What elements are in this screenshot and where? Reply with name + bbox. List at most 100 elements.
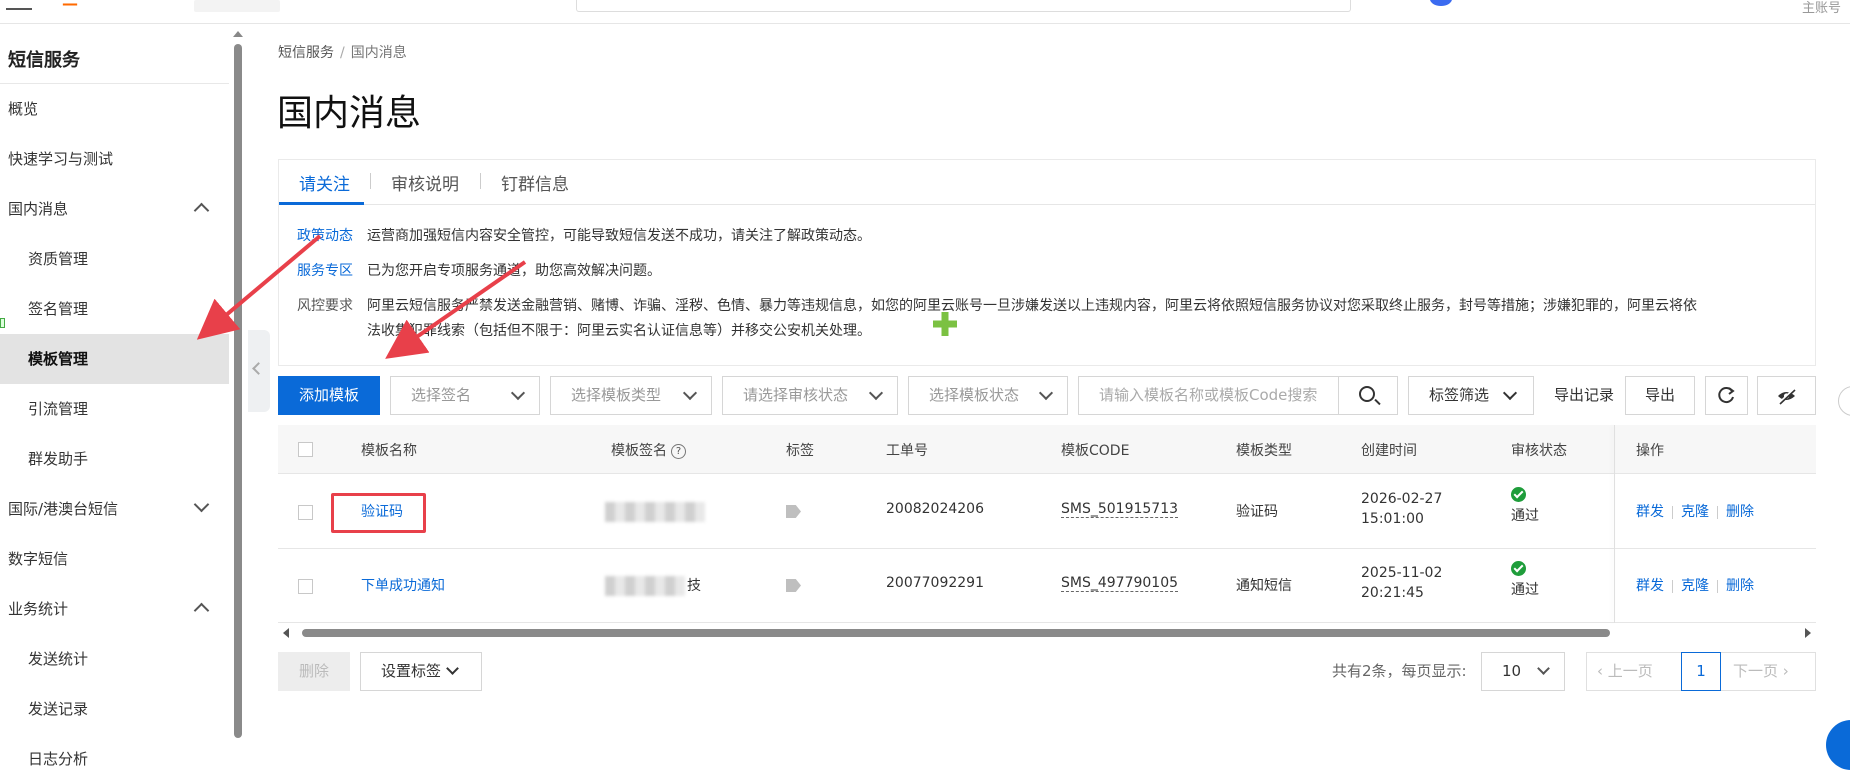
sidebar-item-send-stats[interactable]: 发送统计 <box>0 634 229 684</box>
sidebar-item-statistics[interactable]: 业务统计 <box>0 584 229 634</box>
clone-link[interactable]: 克隆 <box>1681 504 1709 520</box>
table-horizontal-scrollbar[interactable] <box>278 627 1816 639</box>
col-template-sign-label: 模板签名 <box>611 443 667 459</box>
template-name-link[interactable]: 下单成功通知 <box>361 575 445 595</box>
help-chat-button[interactable] <box>1826 720 1850 770</box>
tab-dingtalk-info[interactable]: 钉群信息 <box>501 170 569 195</box>
edge-marker <box>0 318 5 328</box>
sidebar-item-label: 签名管理 <box>28 300 89 318</box>
notice-tabs: 请关注 审核说明 钉群信息 <box>279 160 1815 205</box>
bulk-send-link[interactable]: 群发 <box>1636 578 1664 594</box>
sidebar-scroll-thumb[interactable] <box>234 44 242 738</box>
tab-attention[interactable]: 请关注 <box>299 170 350 195</box>
template-search-input[interactable]: 请输入模板名称或模板Code搜索 <box>1078 376 1338 415</box>
scroll-right-icon[interactable] <box>1805 628 1811 638</box>
redacted-signature <box>605 576 685 596</box>
total-count: 共有2条，每页显示: <box>1332 662 1467 680</box>
sub-account-label: 主账号 <box>1802 1 1842 16</box>
audit-status-select[interactable]: 请选择审核状态 <box>722 376 898 415</box>
action-divider <box>1672 579 1673 593</box>
side-panel-toggle[interactable] <box>1838 386 1850 416</box>
notice-key: 风控要求 <box>297 298 353 314</box>
prev-page-label: 上一页 <box>1607 662 1653 680</box>
sidebar-item-digital[interactable]: 数字短信 <box>0 534 229 584</box>
sidebar-item-overview[interactable]: 概览 <box>0 84 229 134</box>
sidebar-item-label: 资质管理 <box>28 250 89 268</box>
export-records-link[interactable]: 导出记录 <box>1554 376 1614 415</box>
sidebar-item-label: 引流管理 <box>28 400 89 418</box>
refresh-icon <box>1718 387 1735 404</box>
search-icon <box>1359 386 1375 402</box>
column-visibility-button[interactable] <box>1757 376 1816 415</box>
col-type: 模板类型 <box>1236 443 1292 459</box>
col-template-sign: 模板签名? <box>611 440 686 460</box>
sidebar-item-label: 国际/港澳台短信 <box>8 500 119 518</box>
row-checkbox[interactable] <box>298 579 313 594</box>
delete-link[interactable]: 删除 <box>1726 578 1754 594</box>
delete-link[interactable]: 删除 <box>1726 504 1754 520</box>
tag-icon[interactable] <box>786 505 801 518</box>
page-size-select[interactable]: 10 <box>1481 652 1565 691</box>
audit-status-placeholder: 请选择审核状态 <box>743 386 849 404</box>
template-code[interactable]: SMS_501915713 <box>1061 501 1179 518</box>
action-divider <box>1717 579 1718 593</box>
sidebar-item-template[interactable]: 模板管理 <box>0 334 229 384</box>
bulk-send-link[interactable]: 群发 <box>1636 504 1664 520</box>
set-tag-label: 设置标签 <box>381 662 442 680</box>
template-code[interactable]: SMS_497790105 <box>1061 575 1179 592</box>
sidebar-item-signature[interactable]: 签名管理 <box>0 284 229 334</box>
created-time: 20:21:45 <box>1361 585 1424 601</box>
tag-filter-label: 标签筛选 <box>1429 386 1490 404</box>
search-button[interactable] <box>1338 376 1398 415</box>
prev-page-button[interactable]: ‹ 上一页 <box>1597 653 1653 690</box>
sidebar-collapse-button[interactable] <box>248 330 270 412</box>
template-type: 验证码 <box>1236 504 1278 520</box>
sidebar-item-bulk-assistant[interactable]: 群发助手 <box>0 434 229 484</box>
breadcrumb-sep: / <box>340 45 345 61</box>
menu-icon[interactable] <box>6 0 32 10</box>
sidebar-item-domestic[interactable]: 国内消息 <box>0 184 229 234</box>
pagination: ‹ 上一页 1 下一页 › <box>1586 652 1816 691</box>
tag-icon[interactable] <box>786 579 801 592</box>
scroll-left-icon[interactable] <box>283 628 289 638</box>
set-tag-button[interactable]: 设置标签 <box>360 652 482 691</box>
template-type-select[interactable]: 选择模板类型 <box>550 376 712 415</box>
sidebar-item-international[interactable]: 国际/港澳台短信 <box>0 484 229 534</box>
template-type: 通知短信 <box>1236 578 1292 594</box>
signature-select[interactable]: 选择签名 <box>390 376 540 415</box>
clone-link[interactable]: 克隆 <box>1681 578 1709 594</box>
export-button[interactable]: 导出 <box>1625 376 1695 415</box>
bulk-delete-button[interactable]: 删除 <box>278 652 350 691</box>
workspace-switcher[interactable] <box>194 0 280 12</box>
sidebar-item-send-records[interactable]: 发送记录 <box>0 684 229 734</box>
chevron-down-icon <box>446 662 459 675</box>
service-link[interactable]: 服务专区 <box>297 259 363 284</box>
sidebar-item-traffic[interactable]: 引流管理 <box>0 384 229 434</box>
sidebar-item-log-analysis[interactable]: 日志分析 <box>0 734 229 784</box>
next-page-button[interactable]: 下一页 › <box>1733 653 1789 690</box>
tab-divider <box>370 173 371 189</box>
tag-filter-dropdown[interactable]: 标签筛选 <box>1408 376 1534 415</box>
global-search-input[interactable] <box>576 0 1351 12</box>
active-tab-underline <box>279 202 364 205</box>
page-title: 国内消息 <box>277 93 422 134</box>
template-status-select[interactable]: 选择模板状态 <box>908 376 1068 415</box>
page-number-current[interactable]: 1 <box>1681 652 1721 691</box>
add-template-button[interactable]: 添加模板 <box>278 376 380 415</box>
policy-link[interactable]: 政策动态 <box>297 224 363 249</box>
scroll-up-icon[interactable] <box>233 31 243 37</box>
table-scroll-thumb[interactable] <box>302 629 1610 637</box>
sidebar-item-quickstart[interactable]: 快速学习与测试 <box>0 134 229 184</box>
tab-audit-notes[interactable]: 审核说明 <box>391 170 459 195</box>
breadcrumb-root[interactable]: 短信服务 <box>278 45 334 61</box>
tab-divider <box>480 173 481 189</box>
row-checkbox[interactable] <box>298 505 313 520</box>
refresh-button[interactable] <box>1705 376 1748 415</box>
col-audit-status: 审核状态 <box>1511 443 1567 459</box>
help-icon[interactable]: ? <box>671 443 686 459</box>
logo: — <box>62 0 78 13</box>
user-avatar[interactable] <box>1430 0 1452 6</box>
sidebar-item-qualification[interactable]: 资质管理 <box>0 234 229 284</box>
signature-select-placeholder: 选择签名 <box>411 386 472 404</box>
select-all-checkbox[interactable] <box>298 442 313 457</box>
